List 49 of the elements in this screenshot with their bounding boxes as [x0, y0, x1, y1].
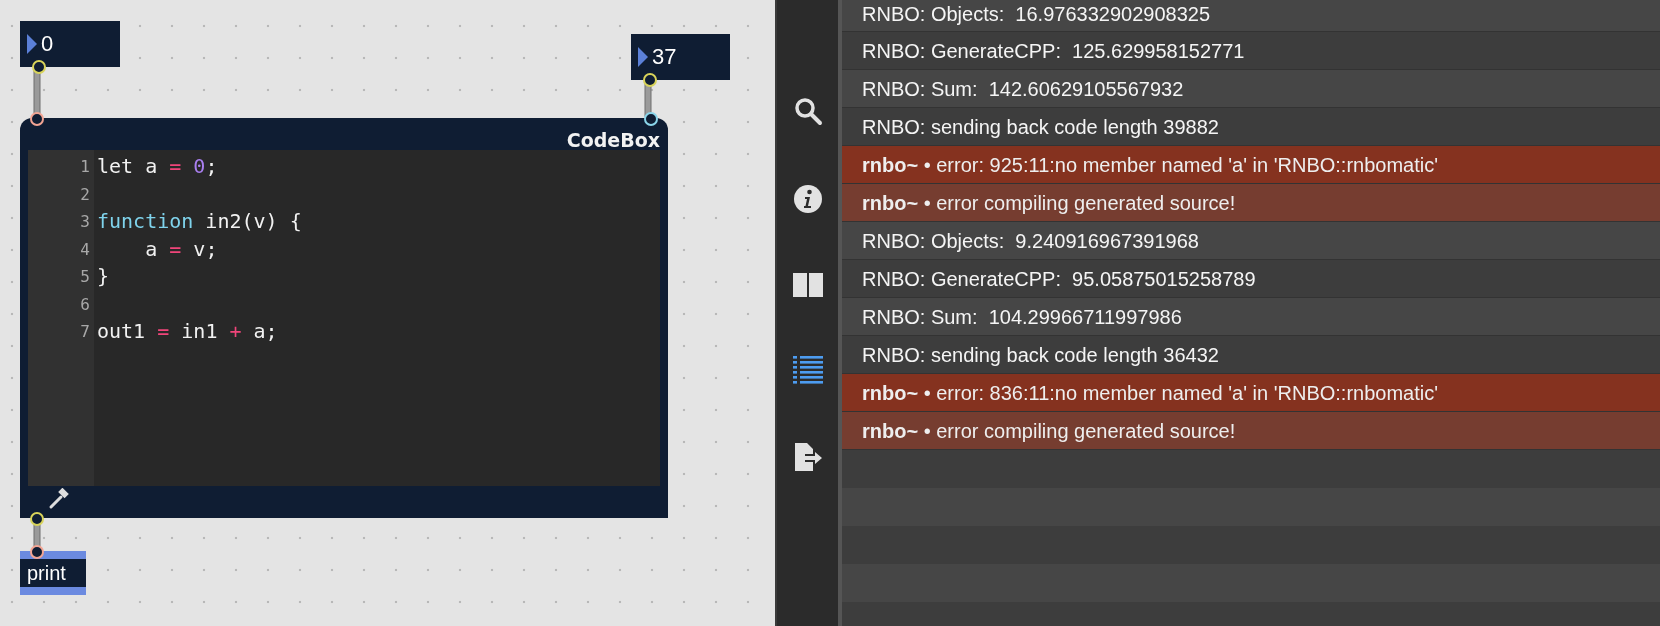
book-button[interactable] — [790, 270, 825, 300]
inlet-icon[interactable] — [30, 112, 44, 126]
console-message: RNBO: GenerateCPP: 95.05875015258789 — [842, 260, 1660, 298]
line-number: 6 — [79, 293, 91, 316]
number-value: 37 — [652, 44, 677, 70]
code-line: out1 = in1 + a; — [97, 319, 278, 343]
codebox-object[interactable]: CodeBox 1 2 3 4 5 6 7 let a = 0; function in2(v) { a = v; } out1 = in1 + a; — [20, 118, 668, 518]
hammer-icon[interactable] — [48, 488, 70, 510]
code-editor[interactable]: 1 2 3 4 5 6 7 let a = 0; function in2(v) { a = v; } out1 = in1 + a; — [28, 150, 660, 486]
error-message: rnbo~ • error: 925:11:no member named 'a' in 'RNBO::rnbomatic' — [842, 146, 1660, 184]
line-number: 5 — [79, 266, 91, 288]
number-box[interactable]: 0 — [20, 21, 120, 67]
outlet-icon[interactable] — [30, 512, 44, 526]
list-icon — [792, 356, 823, 384]
info-icon — [792, 184, 823, 214]
code-line: } — [97, 264, 110, 288]
code-line: a = v; — [144, 236, 218, 261]
object-label: print — [27, 561, 66, 585]
code-line: function in2(v) { — [97, 209, 302, 233]
console-message: RNBO: GenerateCPP: 125.629958152771 — [842, 32, 1660, 70]
console-message: RNBO: Objects: 16.976332902908325 — [842, 0, 1660, 32]
line-number: 7 — [79, 321, 91, 343]
number-value: 0 — [41, 31, 54, 57]
inlet-icon[interactable] — [30, 545, 44, 559]
console-message: RNBO: Objects: 9.240916967391968 — [842, 222, 1660, 260]
console-message: RNBO: Sum: 142.60629105567932 — [842, 70, 1660, 108]
code-line: let a = 0; — [97, 154, 218, 178]
line-number: 2 — [79, 183, 91, 206]
line-number: 1 — [79, 156, 91, 178]
triangle-icon — [27, 34, 37, 54]
inlet-icon[interactable] — [644, 112, 658, 126]
console-message: RNBO: Sum: 104.29966711997986 — [842, 298, 1660, 336]
export-icon — [792, 442, 823, 472]
outlet-icon[interactable] — [32, 60, 46, 74]
console-message: RNBO: sending back code length 39882 — [842, 108, 1660, 146]
book-icon — [792, 272, 823, 298]
list-button[interactable] — [790, 354, 825, 386]
print-object[interactable]: print — [20, 551, 86, 595]
error-message: rnbo~ • error compiling generated source! — [842, 412, 1660, 450]
number-box[interactable]: 37 — [631, 34, 730, 80]
error-message: rnbo~ • error: 836:11:no member named 'a' in 'RNBO::rnbomatic' — [842, 374, 1660, 412]
outlet-icon[interactable] — [643, 73, 657, 87]
triangle-icon — [638, 47, 648, 67]
line-number: 4 — [79, 238, 91, 261]
search-icon — [792, 96, 823, 126]
line-number: 3 — [79, 211, 91, 233]
codebox-title: CodeBox — [566, 128, 660, 150]
console-message: RNBO: sending back code length 36432 — [842, 336, 1660, 374]
error-message: rnbo~ • error compiling generated source! — [842, 184, 1660, 222]
